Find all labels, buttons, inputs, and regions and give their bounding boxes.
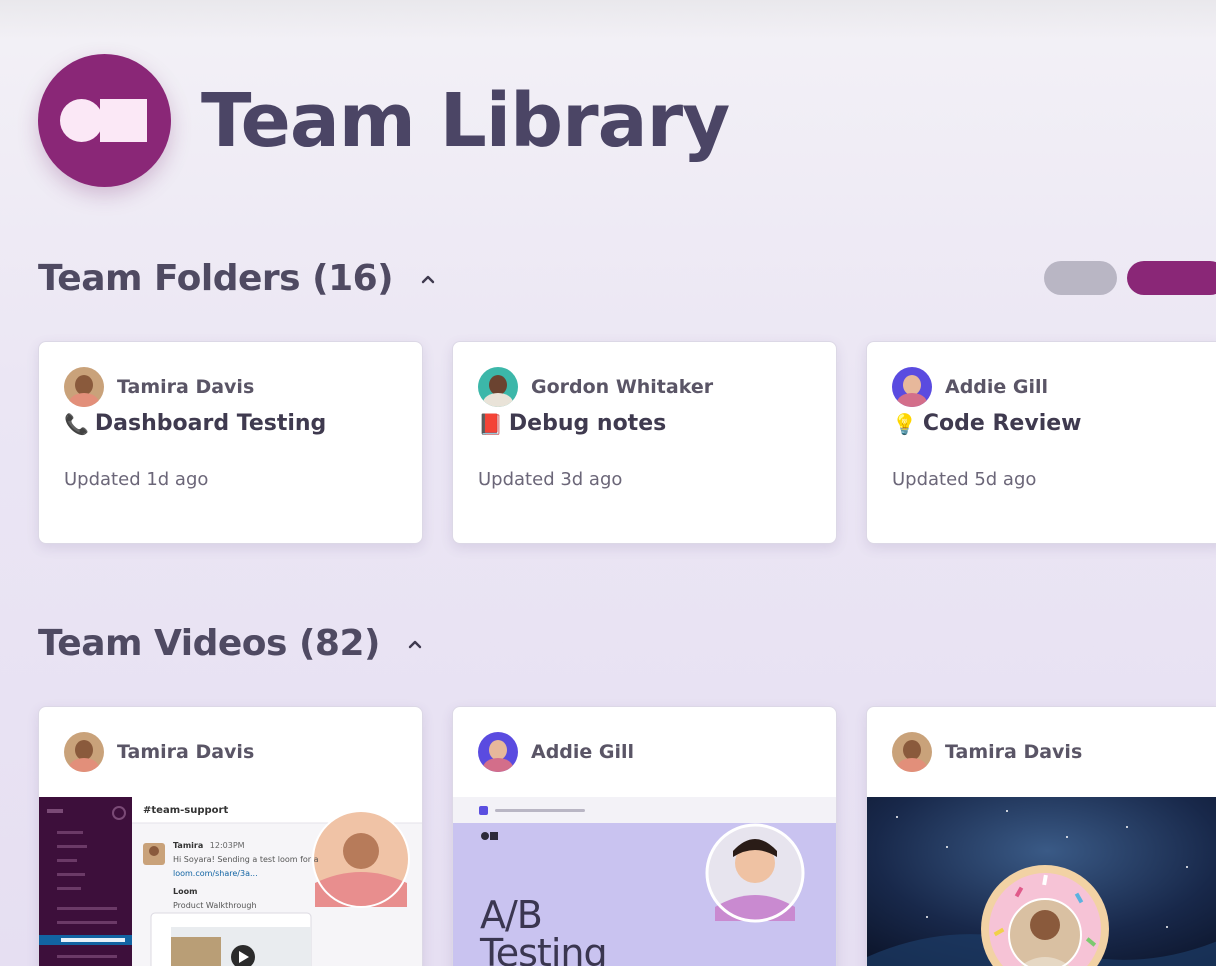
chevron-up-icon[interactable] bbox=[421, 272, 435, 286]
channel-name: #team-support bbox=[143, 805, 229, 816]
top-fade bbox=[0, 0, 1216, 40]
lightbulb-icon: 💡 bbox=[892, 411, 917, 436]
message-time: 12:03PM bbox=[209, 841, 245, 850]
updated-time: Updated 5d ago bbox=[892, 469, 1037, 490]
folder-card[interactable]: Tamira Davis 📞 Dashboard Testing Updated… bbox=[38, 341, 423, 544]
folder-title: 📞 Dashboard Testing bbox=[39, 411, 422, 436]
avatar bbox=[478, 367, 518, 407]
book-icon: 📕 bbox=[478, 411, 503, 436]
loom-logo-icon bbox=[38, 54, 171, 187]
video-thumbnail[interactable] bbox=[867, 797, 1216, 966]
view-toggle bbox=[1044, 261, 1216, 295]
folder-title-text: Dashboard Testing bbox=[94, 411, 327, 436]
video-card[interactable]: Tamira Davis bbox=[38, 706, 423, 966]
avatar bbox=[64, 732, 104, 772]
author-name: Tamira Davis bbox=[117, 376, 255, 398]
author-name: Gordon Whitaker bbox=[531, 376, 714, 398]
video-card[interactable]: Tamira Davis bbox=[866, 706, 1216, 966]
avatar bbox=[478, 732, 518, 772]
phone-icon: 📞 bbox=[64, 411, 89, 436]
video-card[interactable]: Addie Gill A/B Testing bbox=[452, 706, 837, 966]
author-name: Addie Gill bbox=[531, 741, 635, 763]
toggle-option-inactive[interactable] bbox=[1044, 261, 1117, 295]
videos-heading: Team Videos (82) bbox=[38, 623, 380, 664]
author-name: Tamira Davis bbox=[117, 741, 255, 763]
message-author: Tamira bbox=[173, 841, 204, 850]
message-link[interactable]: loom.com/share/3a... bbox=[173, 869, 258, 878]
author-name: Addie Gill bbox=[945, 376, 1049, 398]
card-header: Addie Gill bbox=[453, 707, 836, 797]
page-title: Team Library bbox=[201, 77, 730, 164]
header: Team Library bbox=[38, 54, 730, 187]
folders-section-header: Team Folders (16) bbox=[38, 258, 435, 299]
avatar bbox=[64, 367, 104, 407]
slack-screenshot bbox=[39, 797, 422, 966]
message-header: Tamira 12:03PM bbox=[173, 841, 245, 850]
card-header: Tamira Davis bbox=[867, 707, 1216, 797]
chevron-up-icon[interactable] bbox=[408, 637, 422, 651]
videos-section-header: Team Videos (82) bbox=[38, 623, 422, 664]
folder-card[interactable]: Gordon Whitaker 📕 Debug notes Updated 3d… bbox=[452, 341, 837, 544]
slide-title-line-2: Testing bbox=[480, 931, 608, 966]
folder-title: 💡 Code Review bbox=[867, 411, 1216, 436]
avatar bbox=[892, 367, 932, 407]
video-thumbnail[interactable]: A/B Testing bbox=[453, 797, 836, 966]
folder-title-text: Code Review bbox=[922, 411, 1082, 436]
avatar bbox=[892, 732, 932, 772]
author-name: Tamira Davis bbox=[945, 741, 1083, 763]
folder-title-text: Debug notes bbox=[508, 411, 667, 436]
video-thumbnail[interactable]: #team-support Tamira 12:03PM Hi Soyara! … bbox=[39, 797, 422, 966]
folder-title: 📕 Debug notes bbox=[453, 411, 836, 436]
space-wallpaper-screenshot bbox=[867, 797, 1216, 966]
folders-heading: Team Folders (16) bbox=[38, 258, 394, 299]
updated-time: Updated 3d ago bbox=[478, 469, 623, 490]
message-text: Hi Soyara! Sending a test loom for a bbox=[173, 855, 319, 864]
updated-time: Updated 1d ago bbox=[64, 469, 209, 490]
toggle-option-active[interactable] bbox=[1127, 261, 1216, 295]
attachment-subtitle: Product Walkthrough bbox=[173, 901, 257, 910]
attachment-title: Loom bbox=[173, 887, 198, 896]
card-header: Tamira Davis bbox=[39, 707, 422, 797]
folder-card[interactable]: Addie Gill 💡 Code Review Updated 5d ago bbox=[866, 341, 1216, 544]
